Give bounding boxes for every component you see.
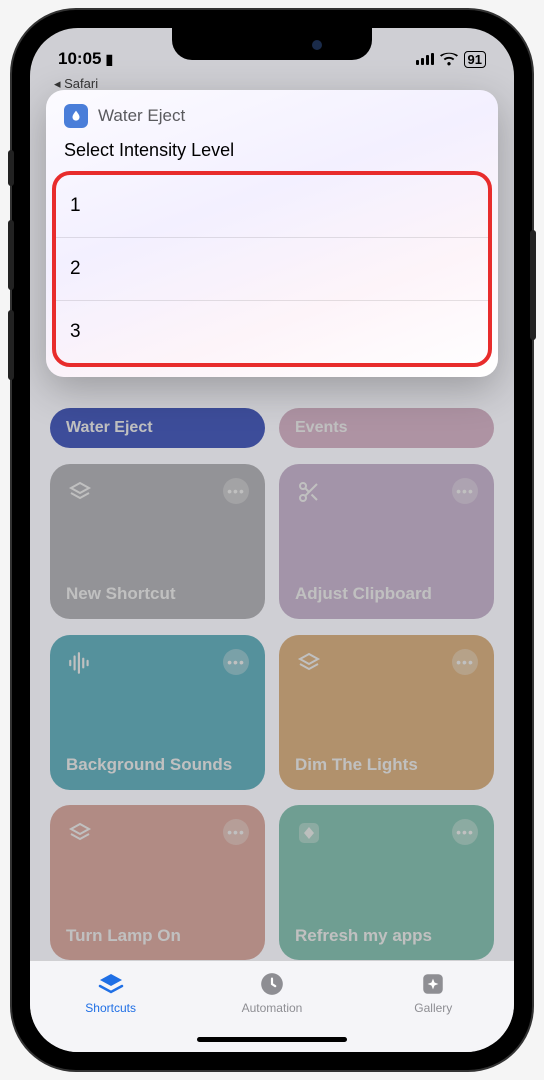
intensity-option-3[interactable]: 3 xyxy=(56,300,488,363)
tab-gallery[interactable]: Gallery xyxy=(353,971,513,1052)
notch xyxy=(172,28,372,60)
tab-label: Automation xyxy=(242,1001,303,1015)
automation-tab-icon xyxy=(257,971,287,997)
intensity-options-highlight: 1 2 3 xyxy=(52,171,492,367)
status-time: 10:05 xyxy=(58,49,101,69)
cellular-signal-icon xyxy=(416,53,434,65)
breadcrumb[interactable]: ◂ Safari xyxy=(54,76,98,92)
sim-icon: ▮ xyxy=(105,51,113,68)
tab-label: Shortcuts xyxy=(85,1001,136,1015)
water-drop-icon xyxy=(64,104,88,128)
modal-title: Water Eject xyxy=(98,106,185,126)
screen: 10:05 ▮ 91 ◂ Safari Water Eject Even xyxy=(30,28,514,1052)
intensity-option-1[interactable]: 1 xyxy=(56,175,488,237)
battery-indicator: 91 xyxy=(464,51,486,68)
gallery-tab-icon xyxy=(418,971,448,997)
intensity-option-2[interactable]: 2 xyxy=(56,237,488,300)
phone-frame: 10:05 ▮ 91 ◂ Safari Water Eject Even xyxy=(12,10,532,1070)
shortcuts-tab-icon xyxy=(96,971,126,997)
volume-up-button xyxy=(8,220,14,290)
home-indicator[interactable] xyxy=(197,1037,347,1042)
tab-label: Gallery xyxy=(414,1001,452,1015)
power-button xyxy=(530,230,536,340)
tab-shortcuts[interactable]: Shortcuts xyxy=(31,971,191,1052)
mute-switch xyxy=(8,150,14,186)
volume-down-button xyxy=(8,310,14,380)
wifi-icon xyxy=(440,52,458,66)
shortcut-prompt-modal: Water Eject Select Intensity Level 1 2 3 xyxy=(46,90,498,377)
modal-subtitle: Select Intensity Level xyxy=(46,134,498,171)
